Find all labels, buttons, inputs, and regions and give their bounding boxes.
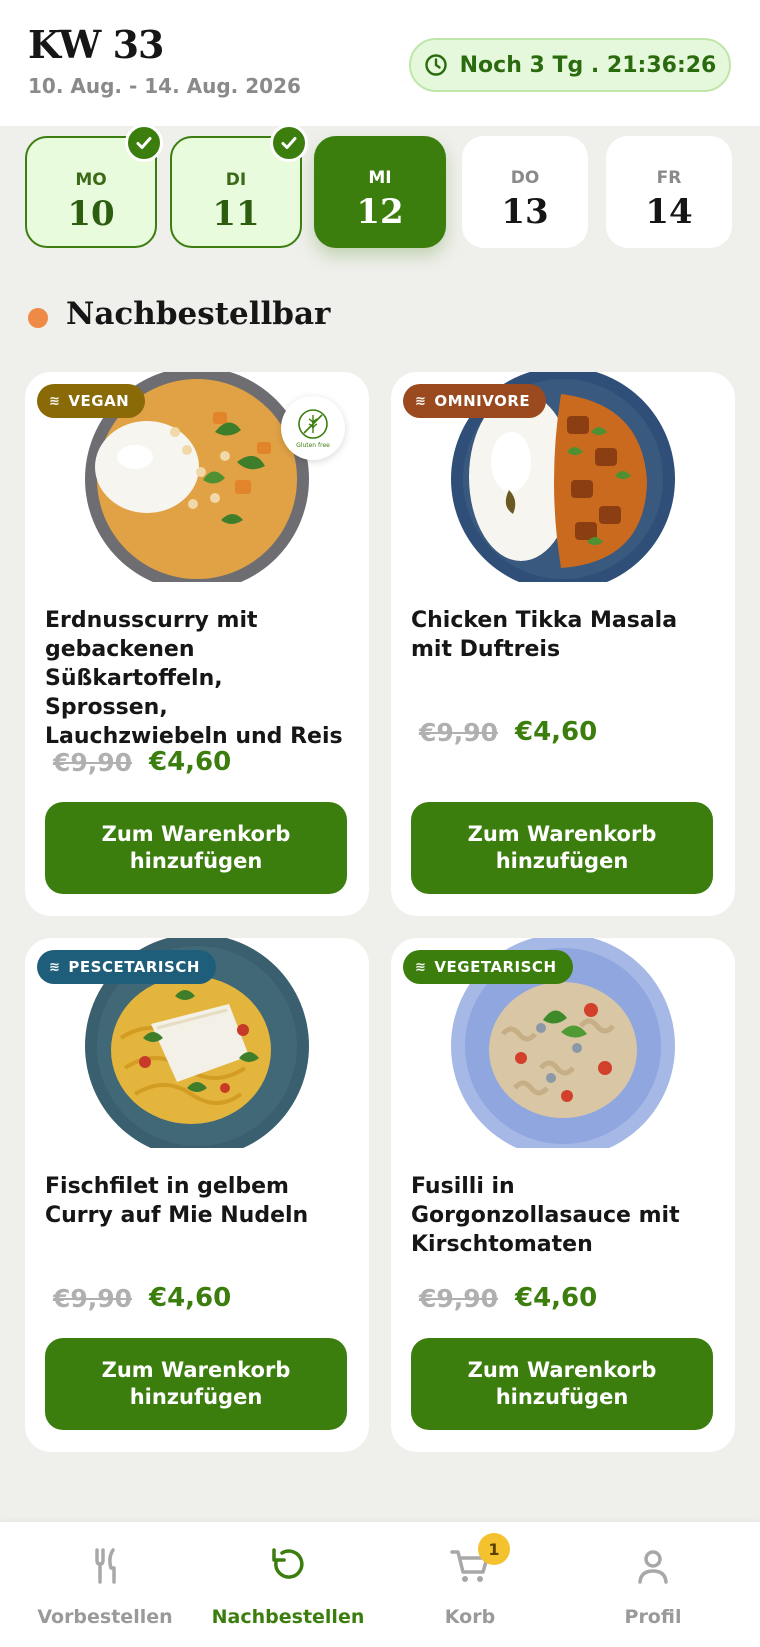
day-number: 11 [212,194,260,234]
cutlery-icon [95,1548,116,1584]
checkmark-icon [136,137,152,149]
day-tab-di[interactable]: DI 11 [170,124,308,248]
day-tab-do[interactable]: DO 13 [462,136,588,248]
day-abbr: MO [75,170,107,190]
gluten-free-badge: Gluten free [281,396,345,460]
price-old: €9,90 [53,1284,133,1313]
price-old: €9,90 [419,1284,499,1313]
diet-badge-label: PESCETARISCH [68,958,200,976]
diet-badge-label: VEGETARISCH [434,958,557,976]
steam-icon: ≋ [49,959,61,975]
diet-badge: ≋ OMNIVORE [403,384,547,418]
reorder-icon [272,1548,304,1579]
day-number: 14 [645,192,693,232]
nav-item-vorbestellen[interactable]: Vorbestellen [10,1522,200,1647]
diet-badge: ≋ VEGETARISCH [403,950,573,984]
gluten-free-icon [298,409,328,439]
dish-name: Fusilli in Gorgonzollasauce mit Kirschto… [411,1174,680,1257]
diet-badge: ≋ PESCETARISCH [37,950,216,984]
nav-label: Korb [444,1606,496,1628]
day-abbr: FR [656,168,682,188]
dish-card[interactable]: ≋ PESCETARISCH Fischfilet in gelbem Curr… [25,938,369,1452]
nav-item-nachbestellen[interactable]: Nachbestellen [193,1522,383,1647]
price-new: €4,60 [515,1283,598,1313]
add-to-cart-button[interactable]: Zum Warenkorb hinzufügen [411,802,713,894]
price-old: €9,90 [419,718,499,747]
diet-badge: ≋ VEGAN [37,384,146,418]
bottom-nav: Vorbestellen Nachbestellen Korb 1 Profil [0,1522,760,1647]
steam-icon: ≋ [49,393,61,409]
countdown-text: Noch 3 Tg . 21:36:26 [459,52,717,78]
add-to-cart-button[interactable]: Zum Warenkorb hinzufügen [45,802,347,894]
checkmark-icon [281,137,297,149]
dish-card[interactable]: ≋ VEGAN Gluten free Erdnusscurry mit geb… [25,372,369,916]
diet-badge-label: VEGAN [68,392,130,410]
price-new: €4,60 [515,717,598,747]
gluten-free-label: Gluten free [296,442,330,449]
clock-icon [424,54,447,76]
dish-name: Fischfilet in gelbem Curry auf Mie Nudel… [45,1174,309,1228]
check-badge [125,124,163,162]
price-new: €4,60 [149,1283,232,1313]
steam-icon: ≋ [415,959,427,975]
day-abbr: MI [368,168,392,188]
week-range: 10. Aug. - 14. Aug. 2026 [28,74,301,98]
week-title: KW 33 [28,22,164,67]
day-selector: MO 10 DI 11 MI 12 DO 13 FR 14 [0,124,760,256]
day-tab-mi[interactable]: MI 12 [314,136,446,248]
dish-card[interactable]: ≋ VEGETARISCH Fusilli in Gorgonzollasauc… [391,938,735,1452]
day-number: 13 [501,192,549,232]
check-badge [270,124,308,162]
section-title: Nachbestellbar [66,296,331,332]
add-to-cart-button[interactable]: Zum Warenkorb hinzufügen [45,1338,347,1430]
cart-count-badge: 1 [478,1533,510,1565]
section-dot [28,308,48,328]
nav-label: Vorbestellen [37,1606,173,1628]
price-new: €4,60 [149,747,232,777]
dish-name: Erdnusscurry mit gebackenen Süßkartoffel… [45,608,343,749]
order-countdown: Noch 3 Tg . 21:36:26 [409,38,731,92]
nav-label: Profil [624,1606,682,1628]
dish-name: Chicken Tikka Masala mit Duftreis [411,608,678,662]
diet-badge-label: OMNIVORE [434,392,531,410]
day-number: 12 [356,192,404,232]
day-number: 10 [67,194,115,234]
price-old: €9,90 [53,748,133,777]
nav-label: Nachbestellen [211,1606,365,1628]
steam-icon: ≋ [415,393,427,409]
add-to-cart-button[interactable]: Zum Warenkorb hinzufügen [411,1338,713,1430]
nav-item-profil[interactable]: Profil [558,1522,748,1647]
dish-card[interactable]: ≋ OMNIVORE Chicken Tikka Masala mit Duft… [391,372,735,916]
day-abbr: DO [510,168,540,188]
day-tab-fr[interactable]: FR 14 [606,136,732,248]
nav-item-korb[interactable]: Korb [375,1522,565,1647]
profile-icon [638,1550,668,1584]
header: KW 33 10. Aug. - 14. Aug. 2026 Noch 3 Tg… [0,0,760,126]
day-tab-mo[interactable]: MO 10 [25,124,163,248]
day-abbr: DI [225,170,247,190]
